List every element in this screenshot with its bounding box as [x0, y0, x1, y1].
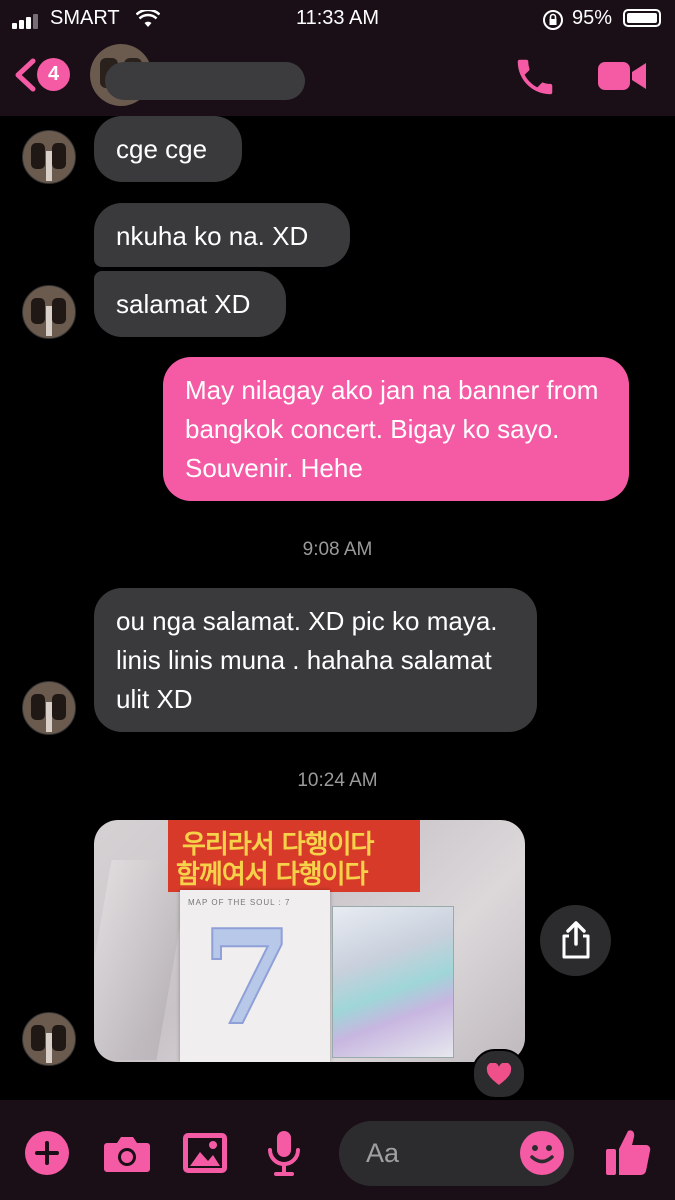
phone-icon[interactable] [512, 54, 558, 100]
album-white: MAP OF THE SOUL : 7 7 [180, 890, 330, 1062]
gallery-icon[interactable] [182, 1132, 228, 1174]
reaction-badge[interactable] [472, 1049, 526, 1099]
video-call-icon[interactable] [596, 58, 648, 94]
microphone-icon[interactable] [266, 1130, 302, 1176]
thumbs-up-icon[interactable] [604, 1127, 652, 1177]
message-bubble-outgoing[interactable]: May nilagay ako jan na banner from bangk… [163, 357, 629, 501]
message-input-placeholder: Aa [366, 1138, 400, 1168]
sender-avatar[interactable] [22, 1012, 76, 1066]
share-icon [562, 921, 590, 959]
sender-avatar[interactable] [22, 681, 76, 735]
heart-icon [486, 1063, 512, 1085]
timestamp: 9:08 AM [302, 539, 373, 560]
message-bubble-incoming[interactable]: ou nga salamat. XD pic ko maya. linis li… [94, 588, 537, 732]
share-button[interactable] [540, 905, 611, 976]
composer-toolbar: Aa [0, 1100, 675, 1200]
emoji-button[interactable] [520, 1131, 564, 1175]
orientation-lock-icon [543, 10, 563, 30]
plus-icon [35, 1141, 59, 1165]
contact-name-redacted[interactable] [105, 62, 305, 100]
status-bar: SMART 11:33 AM 95% [0, 0, 675, 40]
banner: 우리라서 다행이다 함께여서 다행이다 [168, 820, 420, 892]
camera-icon[interactable] [103, 1133, 151, 1173]
smiley-icon [530, 1145, 554, 1164]
message-bubble-incoming[interactable]: cge cge [94, 116, 242, 182]
message-bubble-incoming[interactable]: salamat XD [94, 271, 286, 337]
message-input[interactable]: Aa [339, 1121, 574, 1186]
photo-message[interactable]: 우리라서 다행이다 함께여서 다행이다 MAP OF THE SOUL : 7 … [94, 820, 525, 1062]
album-holographic [332, 906, 454, 1058]
back-chevron-icon[interactable] [12, 58, 38, 92]
timestamp: 10:24 AM [297, 770, 378, 791]
message-bubble-incoming[interactable]: nkuha ko na. XD [94, 203, 350, 267]
battery-percent: 95% [572, 7, 613, 29]
unread-count-badge[interactable]: 4 [37, 58, 70, 91]
album-number: 7 [201, 901, 293, 1054]
sender-avatar[interactable] [22, 130, 76, 184]
banner-text-line2: 함께여서 다행이다 [176, 860, 368, 890]
chat-header: 4 [0, 40, 675, 116]
add-button[interactable] [25, 1131, 69, 1175]
sender-avatar[interactable] [22, 285, 76, 339]
battery-icon [623, 9, 661, 27]
